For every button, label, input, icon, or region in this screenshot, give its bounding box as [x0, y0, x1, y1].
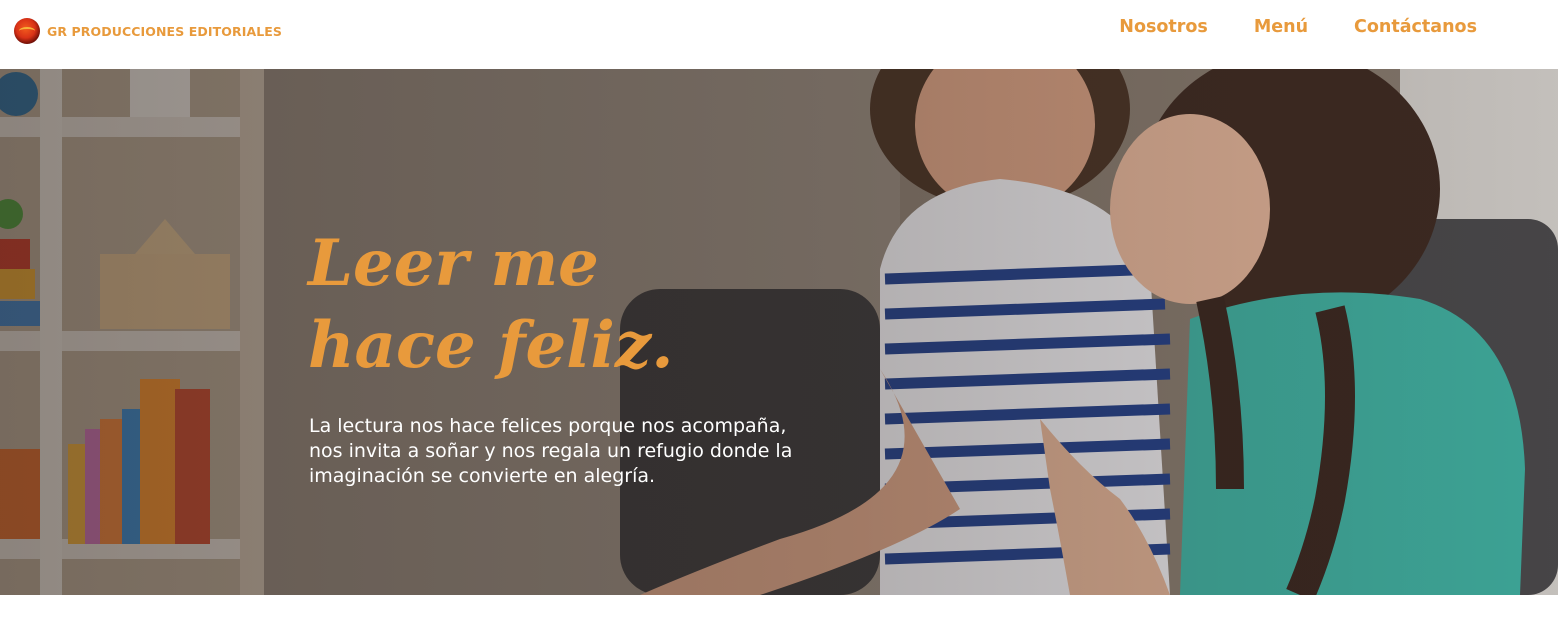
- nav-nosotros[interactable]: Nosotros: [1119, 17, 1208, 41]
- brand-name: GR PRODUCCIONES EDITORIALES: [47, 23, 283, 39]
- hero-title: Leer me hace feliz.: [308, 223, 828, 387]
- hero-title-line-2: hace feliz.: [308, 308, 674, 383]
- nav-contactanos[interactable]: Contáctanos: [1354, 17, 1477, 41]
- book-logo-icon: [14, 18, 40, 44]
- nav-menu[interactable]: Menú: [1254, 17, 1308, 41]
- brand-link[interactable]: GR PRODUCCIONES EDITORIALES: [14, 17, 282, 45]
- site-header: GR PRODUCCIONES EDITORIALES Nosotros Men…: [0, 0, 1558, 69]
- hero-title-line-1: Leer me: [308, 226, 599, 301]
- hero-section: Leer me hace feliz. La lectura nos hace …: [0, 69, 1558, 595]
- hero-description: La lectura nos hace felices porque nos a…: [309, 415, 793, 487]
- main-nav: Nosotros Menú Contáctanos: [1119, 17, 1477, 41]
